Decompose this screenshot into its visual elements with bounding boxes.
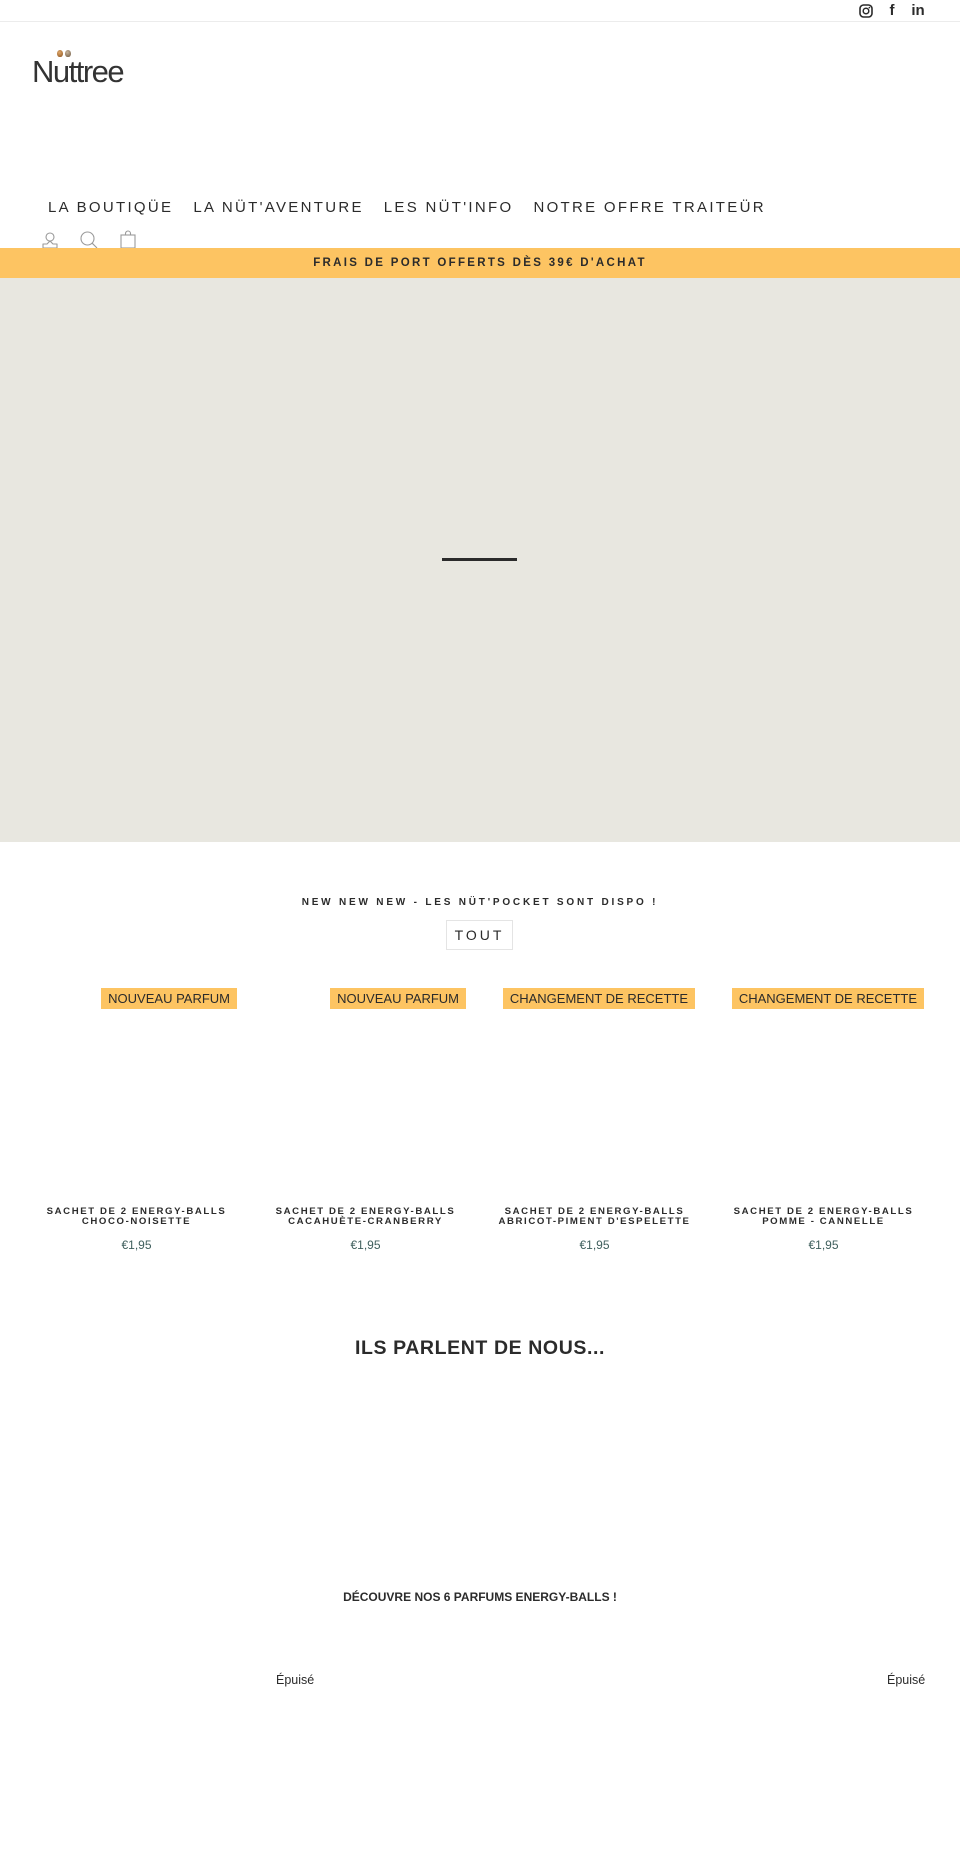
cart-icon[interactable]	[118, 230, 138, 250]
sold-out-label: Épuisé	[276, 1673, 315, 1687]
linkedin-icon[interactable]: in	[910, 3, 926, 19]
top-bar: f in	[0, 0, 960, 22]
announcement-bar: FRAIS DE PORT OFFERTS DÈS 39€ D'ACHAT	[0, 248, 960, 278]
product-card[interactable]: NOUVEAU PARFUM SACHET DE 2 ENERGY-BALLS …	[22, 980, 251, 1260]
product-name-line: CACAHUÈTE-CRANBERRY	[288, 1215, 443, 1227]
product-price: €1,95	[579, 1238, 610, 1252]
product-name-line: CHOCO-NOISETTE	[81, 1215, 192, 1227]
product-image[interactable]	[719, 1010, 928, 1180]
product-card[interactable]: CHANGEMENT DE RECETTE SACHET DE 2 ENERGY…	[709, 980, 938, 1260]
view-all-button[interactable]: TOUT	[446, 920, 513, 950]
logo[interactable]: Nuttree	[32, 46, 142, 90]
product-card[interactable]: CHANGEMENT DE RECETTE SACHET DE 2 ENERGY…	[480, 980, 709, 1260]
hero-slideshow[interactable]	[0, 278, 960, 842]
product-card[interactable]: NOUVEAU PARFUM SACHET DE 2 ENERGY-BALLS …	[251, 980, 480, 1260]
header-utilities	[40, 230, 138, 250]
nav-item-info[interactable]: LES NÜT'INFO	[384, 199, 514, 216]
search-icon[interactable]	[79, 230, 99, 250]
product-badge: NOUVEAU PARFUM	[101, 988, 237, 1009]
main-nav: LA BOUTIQÜE LA NÜT'AVENTURE LES NÜT'INFO…	[48, 199, 766, 216]
product-badge: CHANGEMENT DE RECETTE	[502, 988, 695, 1009]
product-price: €1,95	[121, 1238, 152, 1252]
nav-item-boutique[interactable]: LA BOUTIQÜE	[48, 199, 173, 216]
press-section-title: ILS PARLENT DE NOUS...	[354, 1337, 606, 1359]
product-name-line: ABRICOT-PIMENT D'ESPELETTE	[498, 1215, 691, 1227]
instagram-icon[interactable]	[858, 3, 874, 19]
product-name-line: POMME - CANNELLE	[762, 1215, 885, 1227]
product-price: €1,95	[808, 1238, 839, 1252]
collection-title: NEW NEW NEW - LES NÜT'POCKET SONT DISPO …	[301, 897, 659, 908]
product-grid: NOUVEAU PARFUM SACHET DE 2 ENERGY-BALLS …	[22, 980, 938, 1260]
product-name[interactable]: SACHET DE 2 ENERGY-BALLS CHOCO-NOISETTE	[22, 1207, 251, 1226]
product-badge: NOUVEAU PARFUM	[330, 988, 466, 1009]
flavors-section-title: DÉCOUVRE NOS 6 PARFUMS ENERGY-BALLS !	[343, 1590, 617, 1604]
product-badge: CHANGEMENT DE RECETTE	[731, 988, 924, 1009]
loading-bar	[442, 558, 517, 561]
product-name[interactable]: SACHET DE 2 ENERGY-BALLS CACAHUÈTE-CRANB…	[251, 1207, 480, 1226]
product-image[interactable]	[490, 1010, 699, 1180]
logo-text: Nuttree	[32, 54, 125, 89]
account-icon[interactable]	[40, 230, 60, 250]
social-links: f in	[858, 3, 926, 19]
nav-item-aventure[interactable]: LA NÜT'AVENTURE	[193, 199, 363, 216]
product-image[interactable]	[261, 1010, 470, 1180]
product-price: €1,95	[350, 1238, 381, 1252]
product-image[interactable]	[32, 1010, 241, 1180]
announcement-text: FRAIS DE PORT OFFERTS DÈS 39€ D'ACHAT	[313, 257, 647, 269]
product-name[interactable]: SACHET DE 2 ENERGY-BALLS ABRICOT-PIMENT …	[480, 1207, 709, 1226]
facebook-icon[interactable]: f	[884, 3, 900, 19]
nav-item-traiteur[interactable]: NOTRE OFFRE TRAITEÜR	[533, 199, 765, 216]
product-name[interactable]: SACHET DE 2 ENERGY-BALLS POMME - CANNELL…	[709, 1207, 938, 1226]
site-header: Nuttree LA BOUTIQÜE LA NÜT'AVENTURE LES …	[0, 22, 960, 250]
sold-out-label: Épuisé	[887, 1673, 926, 1687]
